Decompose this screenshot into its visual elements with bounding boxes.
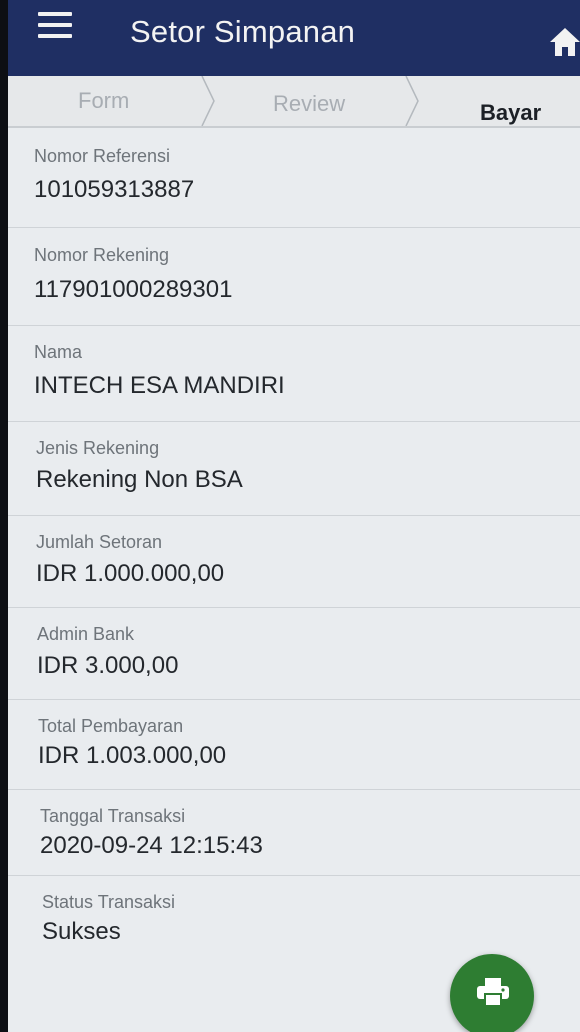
field-value: Sukses — [42, 918, 121, 945]
list-item: Jenis Rekening Rekening Non BSA — [8, 422, 580, 516]
list-item: Nomor Rekening 117901000289301 — [8, 228, 580, 326]
field-value: 2020-09-24 12:15:43 — [40, 832, 263, 859]
print-icon — [477, 978, 509, 1007]
field-label: Jumlah Setoran — [36, 532, 163, 552]
print-button[interactable] — [450, 954, 534, 1032]
list-item: Nama INTECH ESA MANDIRI — [8, 326, 580, 422]
field-label: Admin Bank — [37, 624, 135, 644]
list-item: Jumlah Setoran IDR 1.000.000,00 — [8, 516, 580, 608]
step-divider-icon — [405, 76, 419, 126]
field-value: IDR 1.003.000,00 — [38, 742, 227, 769]
home-icon[interactable] — [548, 24, 580, 58]
list-item: Total Pembayaran IDR 1.003.000,00 — [8, 700, 580, 790]
field-value: IDR 3.000,00 — [37, 652, 179, 679]
step-bayar: Bayar — [480, 100, 542, 125]
hamburger-menu-icon[interactable] — [38, 12, 72, 38]
field-value: IDR 1.000.000,00 — [36, 560, 225, 587]
field-value: INTECH ESA MANDIRI — [34, 372, 285, 399]
app-header: Setor Simpanan — [8, 0, 580, 76]
field-label: Jenis Rekening — [36, 438, 160, 458]
transaction-detail-list: Nomor Referensi 101059313887 Nomor Reken… — [8, 128, 580, 986]
app-screen: Setor Simpanan Form Review Bayar Nomor R… — [8, 0, 580, 1032]
field-label: Tanggal Transaksi — [40, 806, 186, 826]
field-label: Nomor Referensi — [34, 146, 171, 166]
field-value: 101059313887 — [34, 176, 195, 203]
step-form: Form — [78, 88, 130, 113]
progress-stepper: Form Review Bayar — [8, 76, 580, 128]
field-label: Total Pembayaran — [38, 716, 184, 736]
field-value: Rekening Non BSA — [36, 466, 243, 493]
list-item: Tanggal Transaksi 2020-09-24 12:15:43 — [8, 790, 580, 876]
page-title: Setor Simpanan — [130, 14, 356, 49]
step-review: Review — [273, 91, 346, 116]
list-item: Nomor Referensi 101059313887 — [8, 128, 580, 228]
list-item: Admin Bank IDR 3.000,00 — [8, 608, 580, 700]
step-divider-icon — [201, 76, 215, 126]
field-label: Nama — [34, 342, 83, 362]
field-label: Status Transaksi — [42, 892, 176, 912]
field-label: Nomor Rekening — [34, 245, 170, 265]
field-value: 117901000289301 — [34, 276, 233, 303]
